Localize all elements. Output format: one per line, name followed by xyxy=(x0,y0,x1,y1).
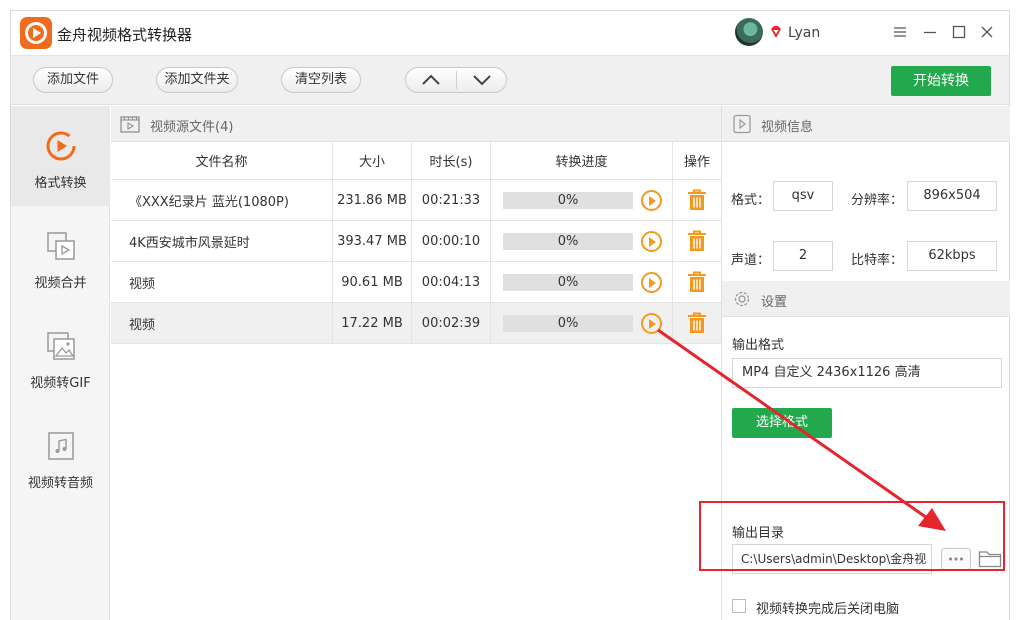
sidebar-item-label: 视频合并 xyxy=(34,276,87,291)
video-info-icon xyxy=(733,114,751,134)
column-header-actions: 操作 xyxy=(683,155,710,170)
sidebar: 格式转换 视频合并 视频转GIF 视频转音频 xyxy=(11,106,110,620)
video-merge-icon xyxy=(47,232,75,260)
actions-cell xyxy=(673,221,721,261)
trash-icon[interactable] xyxy=(687,271,707,293)
clear-list-button[interactable]: 清空列表 xyxy=(281,67,361,93)
file-list-panel: 视频源文件(4) 文件名称 大小 时长(s) 转换进度 操作 《XXX纪录片 蓝… xyxy=(111,106,721,620)
file-name: 4K西安城市风景延时 xyxy=(111,221,333,261)
select-format-button[interactable]: 选择格式 xyxy=(732,408,832,438)
file-size: 90.61 MB xyxy=(333,262,412,302)
file-name: 视频 xyxy=(111,262,333,302)
play-icon[interactable] xyxy=(641,231,662,252)
progress-cell: 0% xyxy=(491,262,673,302)
file-duration: 00:00:10 xyxy=(412,221,491,261)
column-header-name: 文件名称 xyxy=(111,142,333,179)
file-list-title: 视频源文件(4) xyxy=(150,120,234,135)
menu-icon[interactable] xyxy=(891,23,909,41)
progress-cell: 0% xyxy=(491,180,673,220)
minimize-icon[interactable] xyxy=(921,23,939,41)
sidebar-item-format-convert[interactable]: 格式转换 xyxy=(11,106,110,206)
column-header-duration: 时长(s) xyxy=(412,142,491,179)
video-info-title: 视频信息 xyxy=(761,120,814,135)
file-size: 17.22 MB xyxy=(333,303,412,343)
resolution-label: 分辨率： xyxy=(851,193,904,208)
move-up-icon[interactable] xyxy=(406,68,456,92)
progress-bar: 0% xyxy=(503,192,633,209)
progress-cell: 0% xyxy=(491,221,673,261)
video-info-header: 视频信息 xyxy=(722,106,1010,142)
music-file-icon xyxy=(48,432,74,460)
file-size: 393.47 MB xyxy=(333,221,412,261)
sidebar-item-label: 视频转音频 xyxy=(27,476,93,491)
settings-header: 设置 xyxy=(722,281,1010,317)
app-logo-icon xyxy=(20,17,52,49)
output-format-field[interactable]: MP4 自定义 2436x1126 高清 xyxy=(732,358,1002,388)
format-label: 格式： xyxy=(731,193,771,208)
file-duration: 00:21:33 xyxy=(412,180,491,220)
username[interactable]: Lyan xyxy=(788,25,820,41)
play-icon[interactable] xyxy=(641,313,662,334)
table-row[interactable]: 《XXX纪录片 蓝光(1080P) 231.86 MB 00:21:33 0% xyxy=(111,180,721,221)
actions-cell xyxy=(673,303,721,343)
table-row[interactable]: 视频 17.22 MB 00:02:39 0% xyxy=(111,303,721,344)
trash-icon[interactable] xyxy=(687,189,707,211)
maximize-icon[interactable] xyxy=(950,23,968,41)
title-bar: 金舟视频格式转换器 Lyan xyxy=(11,11,1009,55)
sidebar-item-video-merge[interactable]: 视频合并 xyxy=(11,206,110,306)
vip-diamond-icon xyxy=(771,26,781,38)
user-avatar[interactable] xyxy=(735,18,763,46)
sidebar-item-video-to-gif[interactable]: 视频转GIF xyxy=(11,306,110,406)
channel-value: 2 xyxy=(773,241,833,271)
add-folder-button[interactable]: 添加文件夹 xyxy=(156,67,238,93)
shutdown-checkbox[interactable] xyxy=(732,599,746,613)
settings-title: 设置 xyxy=(761,295,788,310)
shutdown-label: 视频转换完成后关闭电脑 xyxy=(756,602,900,617)
trash-icon[interactable] xyxy=(687,312,707,334)
file-duration: 00:02:39 xyxy=(412,303,491,343)
file-name: 《XXX纪录片 蓝光(1080P) xyxy=(111,180,333,220)
progress-bar: 0% xyxy=(503,233,633,250)
sidebar-item-label: 视频转GIF xyxy=(30,376,91,391)
add-file-button[interactable]: 添加文件 xyxy=(33,67,113,93)
toolbar: 添加文件 添加文件夹 清空列表 开始转换 xyxy=(11,55,1009,105)
actions-cell xyxy=(673,180,721,220)
format-value: qsv xyxy=(773,181,833,211)
annotation-highlight-box xyxy=(699,501,1005,571)
close-icon[interactable] xyxy=(978,23,996,41)
image-icon xyxy=(47,332,75,360)
column-header-progress: 转换进度 xyxy=(491,142,673,179)
trash-icon[interactable] xyxy=(687,230,707,252)
progress-bar: 0% xyxy=(503,274,633,291)
table-row[interactable]: 4K西安城市风景延时 393.47 MB 00:00:10 0% xyxy=(111,221,721,262)
video-file-icon xyxy=(120,116,140,133)
progress-cell: 0% xyxy=(491,303,673,343)
move-down-icon[interactable] xyxy=(457,68,507,92)
actions-cell xyxy=(673,262,721,302)
sidebar-item-label: 格式转换 xyxy=(34,176,87,191)
bitrate-value: 62kbps xyxy=(907,241,997,271)
bitrate-label: 比特率： xyxy=(851,253,904,268)
format-convert-icon xyxy=(46,131,76,161)
play-icon[interactable] xyxy=(641,190,662,211)
gear-icon xyxy=(734,291,750,307)
move-buttons xyxy=(405,67,507,93)
table-row[interactable]: 视频 90.61 MB 00:04:13 0% xyxy=(111,262,721,303)
progress-bar: 0% xyxy=(503,315,633,332)
output-format-label: 输出格式 xyxy=(732,338,785,353)
column-header-size: 大小 xyxy=(333,142,412,179)
play-icon[interactable] xyxy=(641,272,662,293)
file-list-header: 视频源文件(4) xyxy=(111,106,721,142)
file-size: 231.86 MB xyxy=(333,180,412,220)
resolution-value: 896x504 xyxy=(907,181,997,211)
file-duration: 00:04:13 xyxy=(412,262,491,302)
app-title: 金舟视频格式转换器 xyxy=(57,26,193,44)
sidebar-item-video-to-audio[interactable]: 视频转音频 xyxy=(11,406,110,506)
start-convert-button[interactable]: 开始转换 xyxy=(891,66,991,96)
table-header-row: 文件名称 大小 时长(s) 转换进度 操作 xyxy=(111,142,721,180)
channel-label: 声道： xyxy=(731,253,771,268)
file-name: 视频 xyxy=(111,303,333,343)
